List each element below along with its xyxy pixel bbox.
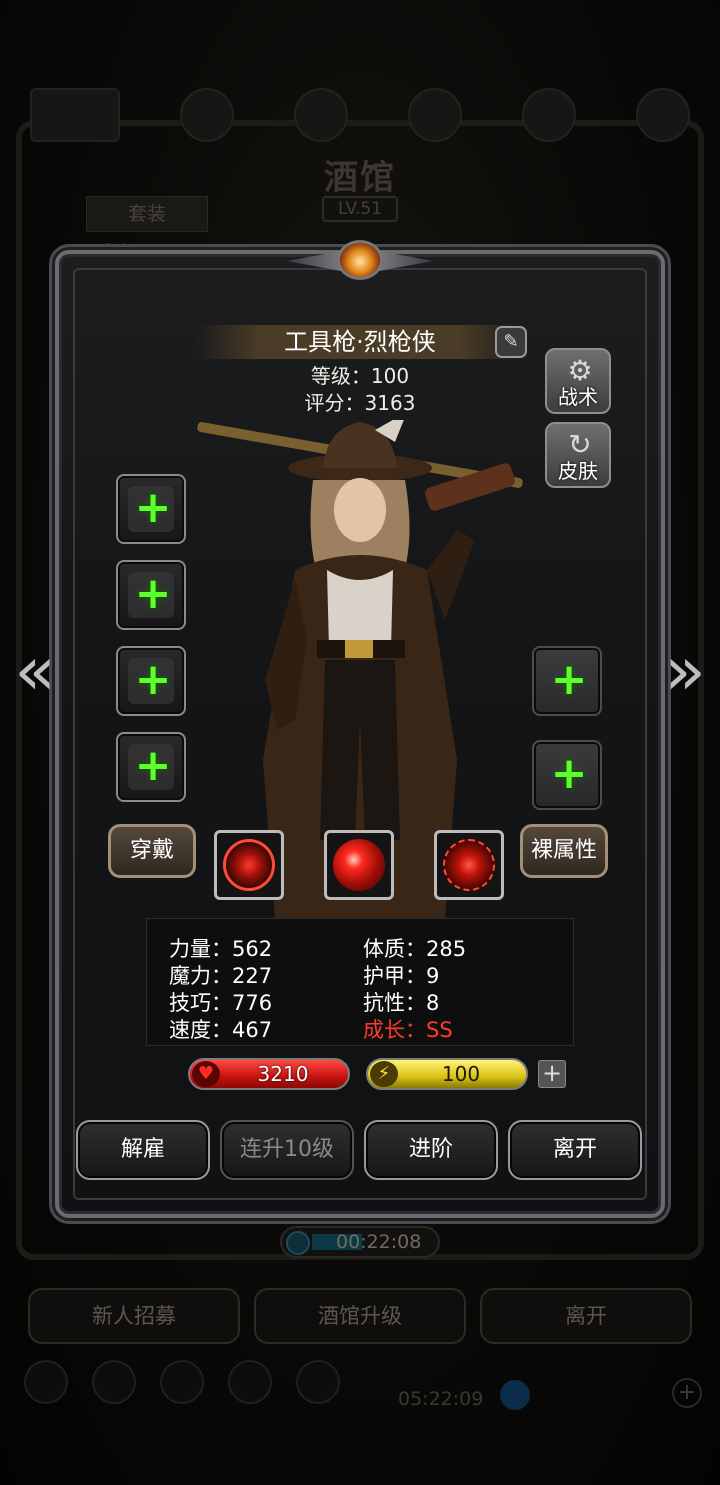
background-round-icon xyxy=(160,1360,204,1404)
advance-button[interactable]: 进阶 xyxy=(364,1120,498,1180)
edit-icon: ✎ xyxy=(503,331,519,352)
dismiss-button[interactable]: 解雇 xyxy=(76,1120,210,1180)
prev-hero-arrow-icon[interactable]: « xyxy=(10,638,60,708)
add-equipment-plus-icon: + xyxy=(134,482,172,533)
skin-button[interactable]: ↻ 皮肤 xyxy=(545,422,611,488)
skill-slot-3[interactable] xyxy=(434,830,504,900)
swirl-skill-icon xyxy=(333,839,385,891)
clock-icon xyxy=(286,1231,310,1255)
background-bottom-time: 05:22:09 xyxy=(398,1388,484,1410)
skin-label: 皮肤 xyxy=(558,459,598,483)
add-equipment-plus-icon: + xyxy=(550,654,588,705)
add-equipment-plus-icon: + xyxy=(550,748,588,799)
lightning-icon: ⚡ xyxy=(370,1061,398,1087)
tactics-label: 战术 xyxy=(558,385,598,409)
next-hero-arrow-icon[interactable]: » xyxy=(660,638,710,708)
face xyxy=(334,478,386,542)
background-menu-icon xyxy=(30,88,120,142)
new-recruit-button: 新人招募 xyxy=(28,1288,240,1344)
background-bottom-buttons: 新人招募 酒馆升级 离开 xyxy=(28,1288,692,1344)
leave-button[interactable]: 离开 xyxy=(508,1120,642,1180)
stat-constitution: 体质：285 xyxy=(363,937,467,961)
hp-value: 3210 xyxy=(257,1062,309,1086)
level-up-10-button[interactable]: 连升10级 xyxy=(220,1120,354,1180)
add-equipment-plus-icon: + xyxy=(134,740,172,791)
tavern-upgrade-button: 酒馆升级 xyxy=(254,1288,466,1344)
hp-bar: ♥ 3210 xyxy=(188,1058,350,1090)
background-orb-icon xyxy=(408,88,462,142)
crosshair-skill-icon xyxy=(223,839,275,891)
background-gem-icon xyxy=(500,1380,530,1410)
right-arm xyxy=(427,530,475,620)
skill-slot-1[interactable] xyxy=(214,830,284,900)
bare-stats-button[interactable]: 裸属性 xyxy=(520,824,608,878)
stats-panel: 力量：562 魔力：227 技巧：776 速度：467 体质：285 护甲：9 … xyxy=(146,918,574,1046)
hero-name: 工具枪·烈枪侠 xyxy=(284,328,436,356)
accessory-slot-2[interactable]: + xyxy=(532,740,602,810)
background-bottom-icons xyxy=(24,1360,340,1404)
stat-speed: 速度：467 xyxy=(169,1018,273,1042)
wear-button[interactable]: 穿戴 xyxy=(108,824,196,878)
energy-value: 100 xyxy=(441,1062,481,1086)
stat-armor: 护甲：9 xyxy=(363,964,440,988)
belt-buckle xyxy=(345,640,373,658)
hero-score: 评分：3163 xyxy=(304,391,416,415)
add-energy-button[interactable]: + xyxy=(538,1060,566,1088)
stat-magic: 魔力：227 xyxy=(169,964,273,988)
background-round-icon xyxy=(24,1360,68,1404)
background-round-icon xyxy=(228,1360,272,1404)
heart-icon: ♥ xyxy=(192,1061,220,1087)
dialog-crest-ornament xyxy=(287,230,433,300)
background-orb-icon xyxy=(294,88,348,142)
background-top-icons xyxy=(30,88,690,148)
recruit-timer: 00:22:08 xyxy=(280,1226,440,1258)
stat-skill: 技巧：776 xyxy=(169,991,273,1015)
shirt xyxy=(327,570,393,650)
accessory-slot-1[interactable]: + xyxy=(532,646,602,716)
armor-slot[interactable]: + xyxy=(116,560,186,630)
stat-resistance: 抗性：8 xyxy=(363,991,440,1015)
stat-growth: 成长：SS xyxy=(363,1018,453,1042)
background-orb-icon xyxy=(636,88,690,142)
set-tab: 套装 xyxy=(86,196,208,232)
target-skill-icon xyxy=(443,839,495,891)
rename-button[interactable]: ✎ xyxy=(495,326,527,358)
background-round-icon xyxy=(296,1360,340,1404)
amulet-slot[interactable]: + xyxy=(116,732,186,802)
hero-level: 等级：100 xyxy=(310,364,410,388)
background-plus-icon: + xyxy=(672,1378,702,1408)
tactics-button[interactable]: ⚙ 战术 xyxy=(545,348,611,414)
add-equipment-plus-icon: + xyxy=(134,568,172,619)
crest-orb-icon xyxy=(337,240,383,280)
stat-strength: 力量：562 xyxy=(169,937,273,961)
background-round-icon xyxy=(92,1360,136,1404)
background-leave-button: 离开 xyxy=(480,1288,692,1344)
background-orb-icon xyxy=(522,88,576,142)
tavern-title: 酒馆 xyxy=(324,158,396,198)
background-orb-icon xyxy=(180,88,234,142)
skill-slot-2[interactable] xyxy=(324,830,394,900)
ring-slot[interactable]: + xyxy=(116,646,186,716)
timer-text: 00:22:08 xyxy=(336,1231,422,1253)
energy-bar: ⚡ 100 xyxy=(366,1058,528,1090)
weapon-slot[interactable]: + xyxy=(116,474,186,544)
tavern-level-badge: LV.51 xyxy=(322,196,398,222)
add-equipment-plus-icon: + xyxy=(134,654,172,705)
